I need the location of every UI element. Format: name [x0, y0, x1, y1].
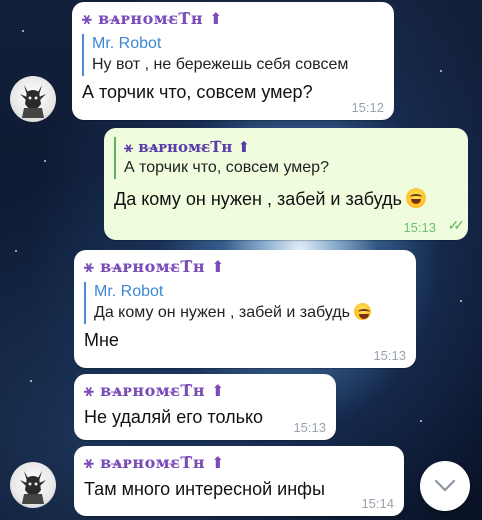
- sender-name[interactable]: ⚹ ʙᴀ̶ᴘнᴏᴍɛ̶Т̄н ⬆: [84, 453, 394, 473]
- message-text-content: Да кому он нужен , забей и забудь: [114, 189, 402, 209]
- read-checkmarks-icon: ✓✓: [447, 217, 466, 233]
- avatar[interactable]: [10, 462, 56, 508]
- chevron-down-icon: [434, 479, 456, 492]
- message-time: 15:14: [361, 496, 394, 511]
- reply-author: Mr. Robot: [94, 283, 164, 300]
- reply-author: ⚹ ʙᴀ̶ᴘнᴏᴍɛ̶Т̄н ⬆: [124, 138, 251, 156]
- reply-text: Да кому он нужен , забей и забудь: [94, 302, 406, 324]
- message-bubble-4[interactable]: ⚹ ʙᴀ̶ᴘнᴏᴍɛ̶Т̄н ⬆ Не удаляй его только 15…: [74, 374, 336, 440]
- message-bubble-3[interactable]: ⚹ ʙᴀ̶ᴘнᴏᴍɛ̶Т̄н ⬆ Mr. Robot Да кому он ну…: [74, 250, 416, 368]
- reply-text: Ну вот , не бережешь себя совсем: [92, 56, 349, 73]
- message-text: Не удаляй его только: [84, 407, 264, 427]
- avatar[interactable]: [10, 76, 56, 122]
- sender-name[interactable]: ⚹ ʙᴀ̶ᴘнᴏᴍɛ̶Т̄н ⬆: [82, 9, 384, 29]
- reply-quote[interactable]: Mr. Robot Да кому он нужен , забей и заб…: [84, 282, 406, 324]
- goat-avatar-icon: [20, 85, 46, 118]
- reply-author: Mr. Robot: [92, 35, 162, 52]
- sender-name[interactable]: ⚹ ʙᴀ̶ᴘнᴏᴍɛ̶Т̄н ⬆: [84, 257, 406, 277]
- message-bubble-5[interactable]: ⚹ ʙᴀ̶ᴘнᴏᴍɛ̶Т̄н ⬆ Там много интересной ин…: [74, 446, 404, 516]
- goat-avatar-icon: [20, 471, 46, 504]
- message-text: А торчик что, совсем умер?: [82, 82, 313, 102]
- message-text: Там много интересной инфы: [84, 479, 325, 499]
- reply-quote[interactable]: ⚹ ʙᴀ̶ᴘнᴏᴍɛ̶Т̄н ⬆ А торчик что, совсем ум…: [114, 137, 458, 179]
- scroll-down-button[interactable]: [420, 461, 470, 511]
- message-time: 15:13: [373, 348, 406, 363]
- message-text: Да кому он нужен , забей и забудь: [114, 187, 458, 211]
- reply-text: А торчик что, совсем умер?: [124, 159, 329, 176]
- message-bubble-2[interactable]: ⚹ ʙᴀ̶ᴘнᴏᴍɛ̶Т̄н ⬆ А торчик что, совсем ум…: [104, 128, 468, 240]
- message-bubble-1[interactable]: ⚹ ʙᴀ̶ᴘнᴏᴍɛ̶Т̄н ⬆ Mr. Robot Ну вот , не б…: [72, 2, 394, 120]
- message-time: 15:13: [403, 220, 436, 235]
- laughing-face-icon: [353, 303, 371, 320]
- message-time: 15:13: [293, 420, 326, 435]
- message-time: 15:12: [351, 100, 384, 115]
- reply-text-content: Да кому он нужен , забей и забудь: [94, 304, 350, 321]
- reply-quote[interactable]: Mr. Robot Ну вот , не бережешь себя совс…: [82, 34, 384, 76]
- sender-name[interactable]: ⚹ ʙᴀ̶ᴘнᴏᴍɛ̶Т̄н ⬆: [84, 381, 326, 401]
- laughing-face-icon: [405, 188, 426, 208]
- message-text: Мне: [84, 330, 119, 350]
